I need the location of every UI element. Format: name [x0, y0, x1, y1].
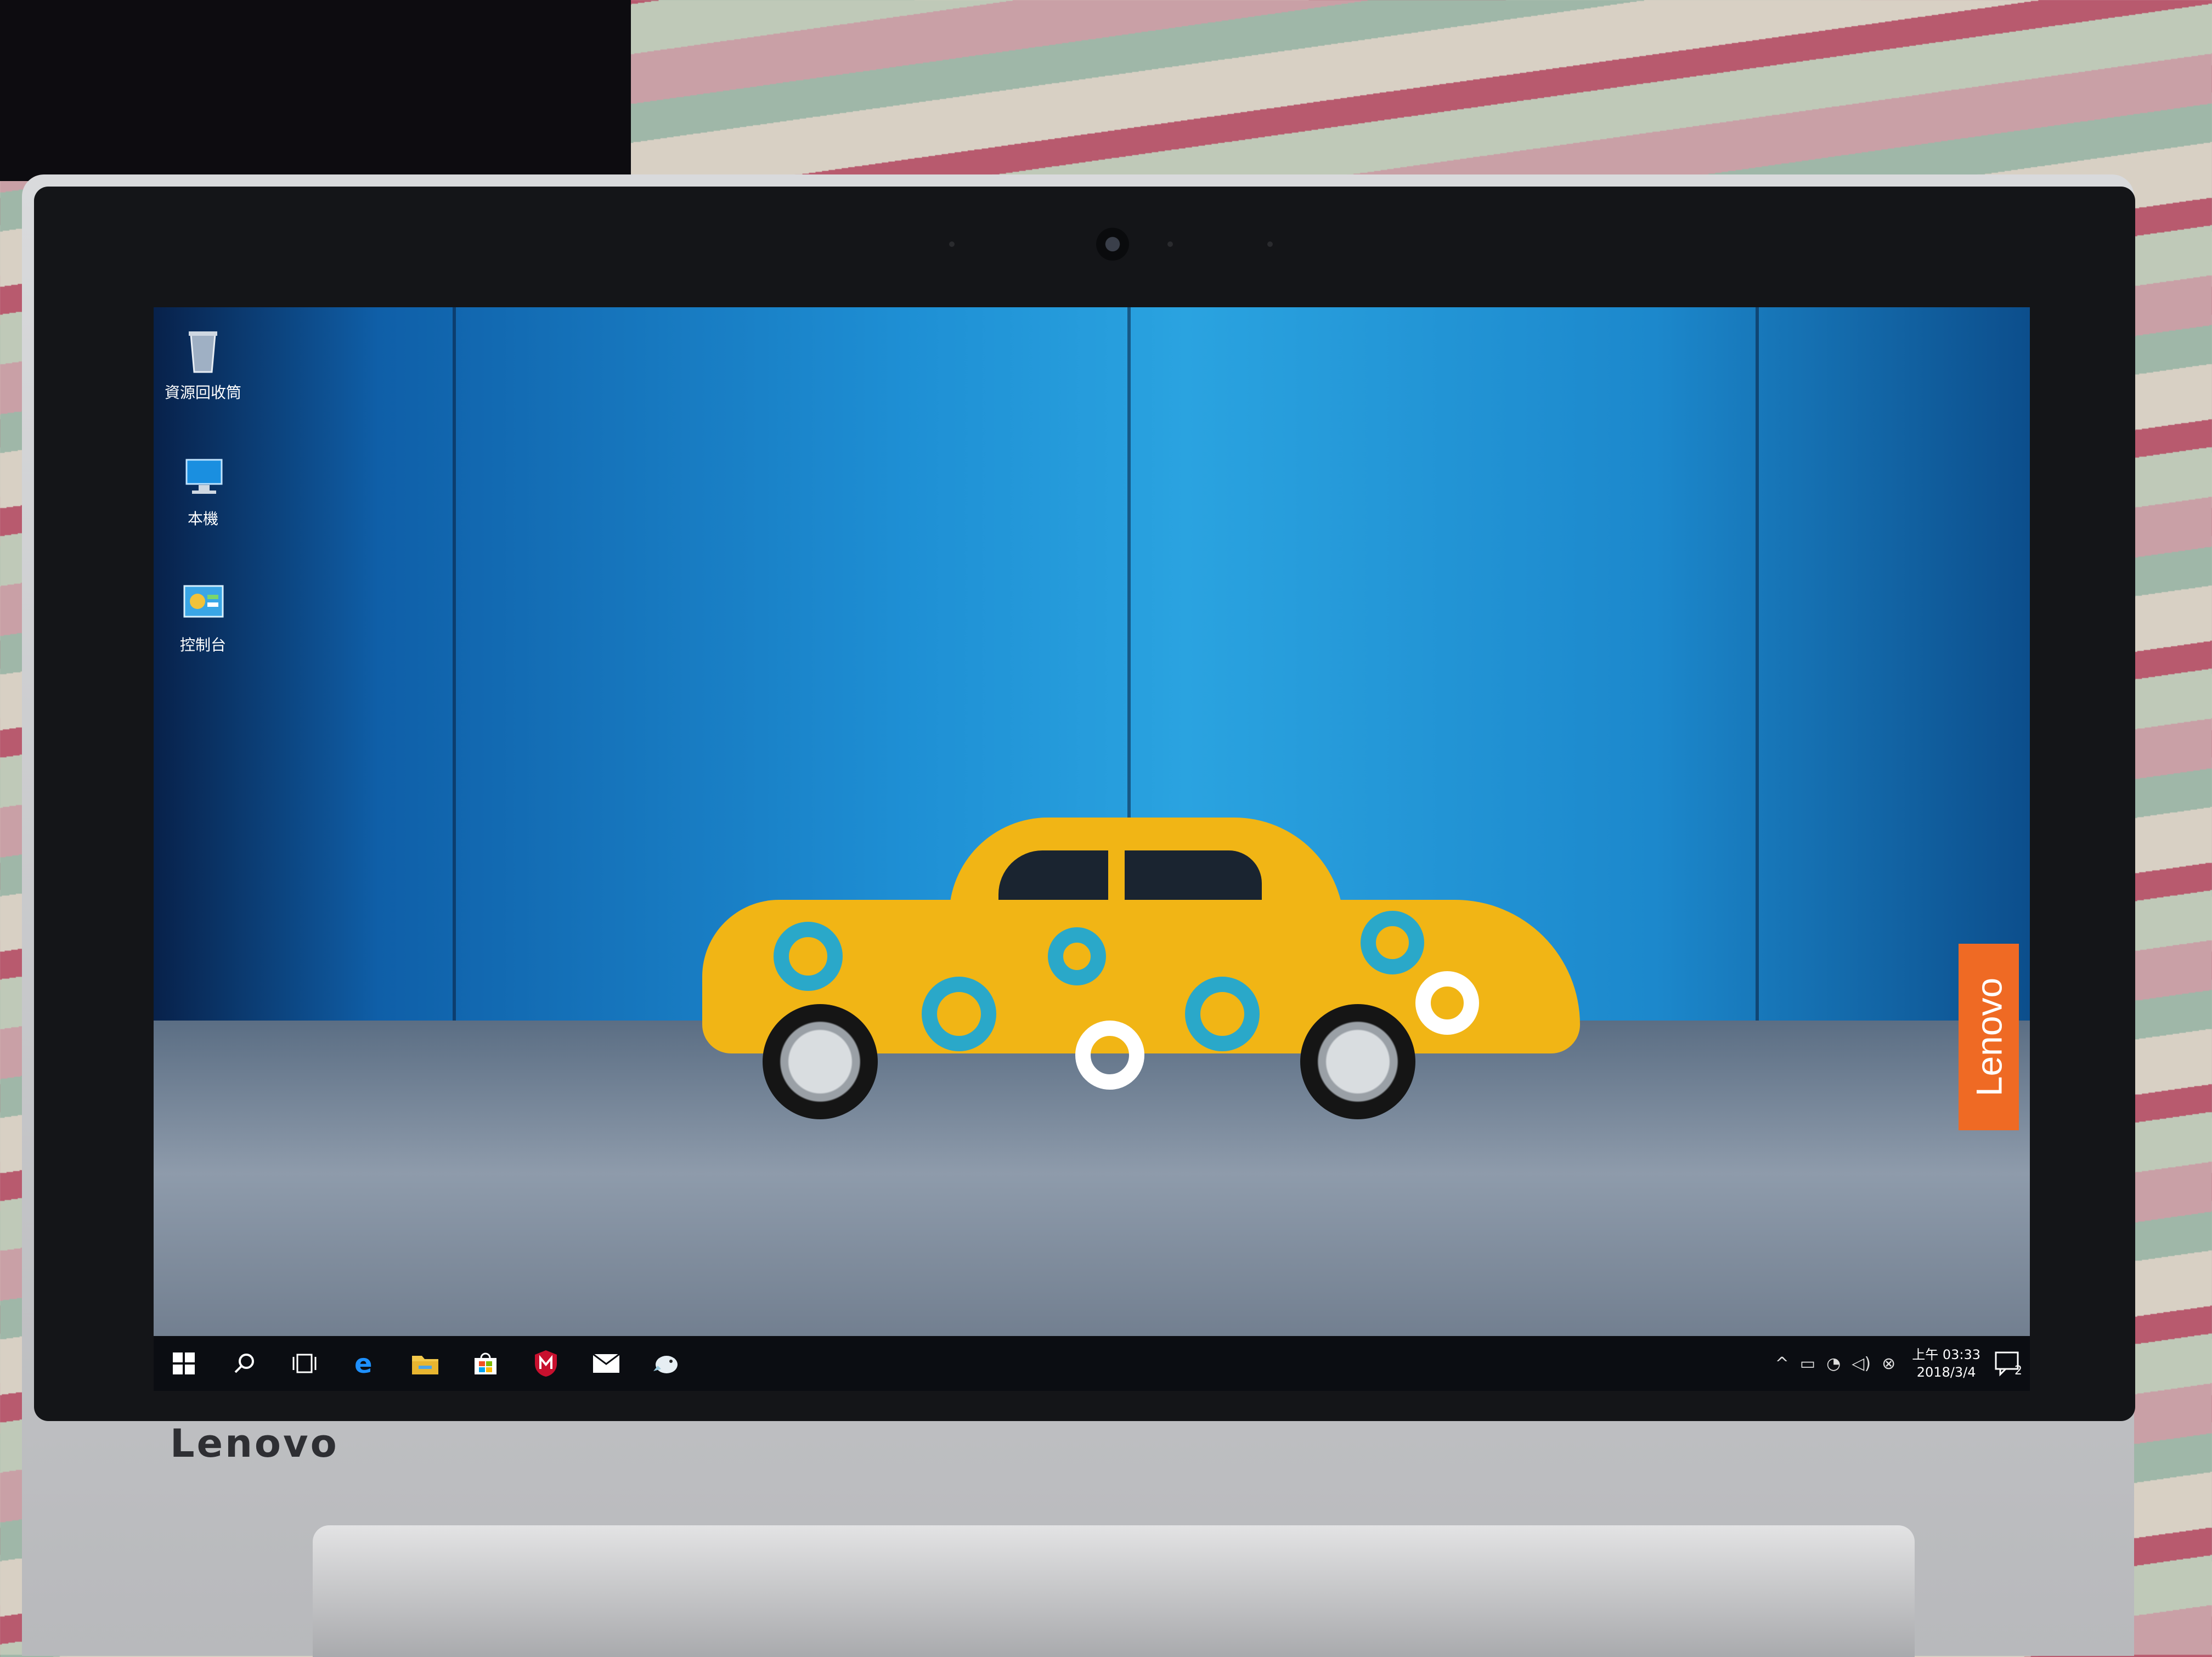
- desktop-icon-recycle-bin[interactable]: 資源回收筒: [154, 324, 252, 403]
- car-ring: [1048, 927, 1106, 985]
- background-dark-area: [0, 0, 631, 181]
- chevron-up-icon[interactable]: ^: [1775, 1354, 1789, 1373]
- car-ring: [1361, 911, 1424, 974]
- car-wheel: [763, 1004, 878, 1119]
- mcafee-button[interactable]: [516, 1336, 576, 1391]
- wifi-icon[interactable]: ◔: [1826, 1354, 1841, 1373]
- start-icon: [173, 1352, 195, 1374]
- notification-count-badge: 2: [2015, 1364, 2022, 1378]
- recycle-bin-icon: [177, 324, 229, 376]
- car-ring: [774, 922, 843, 991]
- bezel-dot: [1267, 241, 1273, 247]
- store-button[interactable]: [455, 1336, 516, 1391]
- car-ring: [1185, 977, 1260, 1051]
- wall-seam: [1756, 307, 1759, 1032]
- bezel-dot: [949, 241, 955, 247]
- search-icon: [234, 1354, 254, 1373]
- store-icon: [475, 1352, 496, 1374]
- desktop-screen: 資源回收筒 本機 控制台 Lenovo e ^ ▭ ◔ ◁) ⊗ 上午 03:3…: [154, 307, 2030, 1391]
- clock-time: 上午 03:33: [1912, 1347, 1980, 1362]
- car-ring: [1075, 1021, 1144, 1090]
- task-view-button[interactable]: [274, 1336, 335, 1391]
- mail-button[interactable]: [576, 1336, 636, 1391]
- action-center-button[interactable]: 2: [1991, 1347, 2024, 1380]
- desktop-icon-label: 資源回收筒: [164, 384, 241, 402]
- desktop-icon-control-panel[interactable]: 控制台: [154, 576, 252, 655]
- edge-button[interactable]: e: [335, 1336, 395, 1391]
- bezel-logo: Lenovo: [170, 1421, 339, 1466]
- desktop-icon-label: 本機: [187, 510, 218, 528]
- webcam: [1096, 228, 1129, 261]
- network-disconnected-icon[interactable]: ⊗: [1882, 1354, 1895, 1373]
- start-button[interactable]: [154, 1336, 214, 1391]
- svg-text:e: e: [354, 1350, 373, 1377]
- bezel-dot: [1167, 241, 1173, 247]
- taskbar: e ^ ▭ ◔ ◁) ⊗ 上午 03:33 2018/3/4 2: [154, 1336, 2030, 1391]
- file-explorer-button[interactable]: [395, 1336, 455, 1391]
- lenovo-tag-text: Lenovo: [1968, 977, 2009, 1097]
- edge-icon: e: [354, 1350, 373, 1377]
- clock[interactable]: 上午 03:33 2018/3/4: [1912, 1346, 1980, 1381]
- battery-icon[interactable]: ▭: [1800, 1354, 1815, 1373]
- desktop-icon-label: 控制台: [179, 636, 226, 654]
- file-explorer-icon: [412, 1356, 438, 1374]
- laptop-hinge: [313, 1525, 1915, 1657]
- car-ring: [1415, 971, 1479, 1035]
- car-wheel: [1300, 1004, 1415, 1119]
- mcafee-icon: [535, 1350, 557, 1377]
- bird-app-button[interactable]: [636, 1336, 697, 1391]
- bird-app-icon: [653, 1356, 678, 1373]
- task-view-icon: [292, 1354, 317, 1373]
- mail-icon: [592, 1353, 620, 1373]
- search-button[interactable]: [214, 1336, 274, 1391]
- wall-seam: [453, 307, 456, 1032]
- clock-date: 2018/3/4: [1916, 1365, 1976, 1380]
- volume-icon[interactable]: ◁): [1852, 1354, 1871, 1373]
- system-tray: ^ ▭ ◔ ◁) ⊗ 上午 03:33 2018/3/4 2: [1770, 1336, 2024, 1391]
- control-panel-icon: [177, 576, 229, 629]
- desktop-icon-this-pc[interactable]: 本機: [154, 450, 252, 529]
- wallpaper-car: [691, 790, 1591, 1119]
- lenovo-wallpaper-tag: Lenovo: [1959, 944, 2019, 1130]
- car-ring: [922, 977, 996, 1051]
- this-pc-icon: [177, 450, 229, 503]
